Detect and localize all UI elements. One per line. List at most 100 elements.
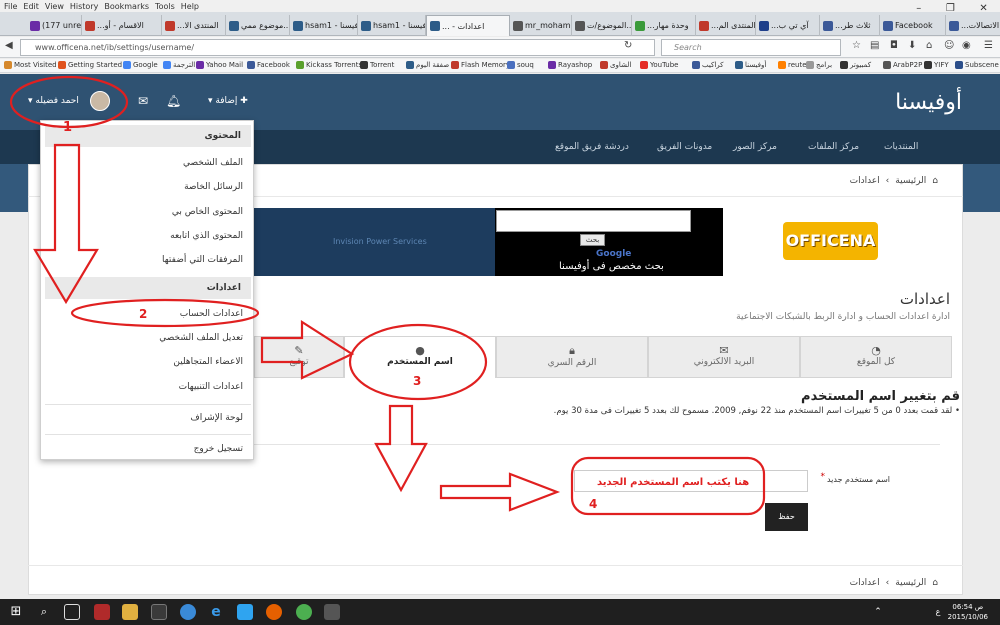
download-icon[interactable]: ⬇ — [908, 40, 916, 51]
reload-icon[interactable]: ↻ — [624, 40, 632, 51]
search-input[interactable]: Search — [661, 39, 841, 56]
taskbar-clock[interactable]: 06:54 ص 2015/10/06 — [948, 602, 988, 622]
browser-tab[interactable]: ... - اعدادات — [426, 15, 510, 36]
store-icon[interactable] — [151, 604, 167, 620]
uc-icon[interactable] — [296, 604, 312, 620]
search-icon[interactable]: ⌕ — [36, 604, 52, 620]
bookmark-item[interactable]: Google — [123, 61, 158, 69]
bookmark-item[interactable]: Kickass Torrents — [296, 61, 362, 69]
app-icon[interactable] — [94, 604, 110, 620]
browser-tab[interactable]: موضوع ممي... — [226, 15, 290, 36]
bookmark-item[interactable]: Flash Memory — [451, 61, 510, 69]
bookmark-item[interactable]: Torrent — [360, 61, 394, 69]
menu-help[interactable]: Help — [181, 2, 199, 11]
browser-tab[interactable]: hsam1 - أوفيسنا — [358, 15, 426, 36]
dropdown-item-notifications[interactable]: اعدادات التنبيهات — [179, 382, 243, 392]
bookmark-item[interactable]: كراكيب — [692, 61, 723, 69]
url-bar[interactable]: www.officena.net/ib/settings/username/ — [20, 39, 655, 56]
bookmark-item[interactable]: Rayashop — [548, 61, 592, 69]
star-icon[interactable]: ☆ — [852, 40, 861, 51]
bookmark-item[interactable]: Facebook — [247, 61, 290, 69]
tab-username[interactable]: ● اسم المستخدم — [344, 336, 496, 378]
browser-tab[interactable]: ...وحدة مهار — [632, 15, 696, 36]
add-menu[interactable]: ▾ إضافة ✚ — [208, 90, 248, 112]
user-menu[interactable]: ▾ احمد فضيله — [28, 90, 79, 112]
edge-icon[interactable]: e — [208, 604, 224, 620]
browser-tab[interactable]: hsam1 - أوفيسنا — [290, 15, 358, 36]
nav-blogs[interactable]: مدونات الفريق — [657, 142, 712, 152]
mail-icon[interactable] — [237, 604, 253, 620]
breadcrumb-home[interactable]: الرئيسية — [895, 578, 926, 588]
chat-icon[interactable]: ☺ — [944, 40, 954, 51]
bookmark-item[interactable]: Yahoo Mail — [196, 61, 243, 69]
bookmark-item[interactable]: برامج — [806, 61, 832, 69]
nav-forums[interactable]: المنتديات — [884, 142, 918, 152]
menu-tools[interactable]: Tools — [155, 2, 175, 11]
browser-tab[interactable]: ...المنتدى الا — [162, 15, 226, 36]
nav-gallery[interactable]: مركز الصور — [733, 142, 777, 152]
dropdown-item-profile[interactable]: الملف الشخصي — [183, 158, 243, 168]
ie-icon[interactable] — [180, 604, 196, 620]
start-icon[interactable]: ⊞ — [8, 604, 24, 620]
bookmark-item[interactable]: صفقة اليوم — [406, 61, 449, 69]
bell-icon[interactable]: 🔔︎ — [166, 90, 181, 112]
task-view-icon[interactable] — [64, 604, 80, 620]
browser-tab[interactable]: ...آي تي ب — [756, 15, 820, 36]
banner-search-button[interactable]: بحث — [580, 234, 605, 246]
menu-file[interactable]: File — [4, 2, 17, 11]
explorer-icon[interactable] — [122, 604, 138, 620]
tray-icons[interactable]: ⌃ ▭ ♪ — [870, 604, 886, 625]
banner-search-input[interactable] — [496, 210, 691, 232]
tab-overview[interactable]: ◔ كل الموقع — [800, 336, 952, 378]
bookmark-item[interactable]: YIFY — [924, 61, 949, 69]
breadcrumb-home[interactable]: الرئيسية — [895, 176, 926, 186]
menu-edit[interactable]: Edit — [23, 2, 39, 11]
addon-icon[interactable]: ◉ — [962, 40, 971, 51]
bookmark-item[interactable]: Getting Started — [58, 61, 122, 69]
hamburger-menu-icon[interactable]: ☰ — [984, 40, 993, 51]
browser-tab[interactable]: ...ثلاث طر — [820, 15, 880, 36]
menu-view[interactable]: View — [45, 2, 64, 11]
dropdown-item-logout[interactable]: تسجيل خروج — [194, 444, 243, 454]
bookmark-item[interactable]: الترجمة — [163, 61, 195, 69]
save-button[interactable]: حفظ — [765, 503, 808, 531]
back-icon[interactable]: ◀ — [5, 40, 13, 51]
site-logo[interactable]: أوفيسنا — [895, 90, 962, 115]
bookmark-item[interactable]: أوفيسنا — [735, 61, 766, 69]
dropdown-item-edit-profile[interactable]: تعديل الملف الشخصي — [159, 333, 243, 343]
browser-tab[interactable]: mr_mohame... — [510, 15, 572, 36]
bookmark-item[interactable]: souq — [507, 61, 534, 69]
bookmark-item[interactable]: YouTube — [640, 61, 678, 69]
pocket-icon[interactable]: ◘ — [890, 40, 898, 51]
bookmark-item[interactable]: Most Visited — [4, 61, 57, 69]
tab-password[interactable]: 🔒︎ الرقم السري — [496, 336, 648, 378]
dropdown-item-moderator-cp[interactable]: لوحة الإشراف — [190, 413, 243, 423]
tab-email[interactable]: ✉ البريد الالكتروني — [648, 336, 800, 378]
nav-chat[interactable]: دردشة فريق الموقع — [555, 142, 629, 152]
browser-tab[interactable]: (177 unre... — [27, 15, 82, 36]
browser-tab[interactable]: ...الاقسام - أو — [82, 15, 162, 36]
menu-bookmarks[interactable]: Bookmarks — [104, 2, 149, 11]
browser-tab[interactable]: ...المنتدى الم — [696, 15, 756, 36]
nav-files[interactable]: مركز الملفات — [808, 142, 859, 152]
officena-logo[interactable]: OFFICENA — [783, 222, 878, 260]
tab-signature[interactable]: ✎ توقيع — [254, 336, 344, 378]
bookmark-item[interactable]: Subscene — [955, 61, 999, 69]
dropdown-item-account-settings[interactable]: اعدادات الحساب — [180, 309, 243, 319]
browser-tab[interactable]: ...الاتصالات — [946, 15, 1000, 36]
bookmark-item[interactable]: كمبيوتر — [840, 61, 871, 69]
library-icon[interactable]: ▤ — [870, 40, 879, 51]
envelope-icon[interactable]: ✉ — [138, 90, 148, 112]
dropdown-item-followed[interactable]: المحتوى الذي اتابعه — [170, 231, 243, 241]
dropdown-item-ignored-users[interactable]: الاعضاء المتجاهلين — [173, 357, 243, 367]
bookmark-item[interactable]: ArabP2P — [883, 61, 922, 69]
firefox-icon[interactable] — [266, 604, 282, 620]
calculator-icon[interactable] — [324, 604, 340, 620]
dropdown-item-messages[interactable]: الرسائل الخاصة — [184, 182, 243, 192]
dropdown-item-my-content[interactable]: المحتوى الخاص بي — [172, 207, 243, 217]
menu-history[interactable]: History — [70, 2, 98, 11]
avatar[interactable] — [90, 91, 110, 111]
browser-tab[interactable]: Facebook — [880, 15, 946, 36]
input-language[interactable]: ع — [930, 604, 946, 620]
banner-ipb-text[interactable]: Invision Power Services — [333, 237, 427, 246]
